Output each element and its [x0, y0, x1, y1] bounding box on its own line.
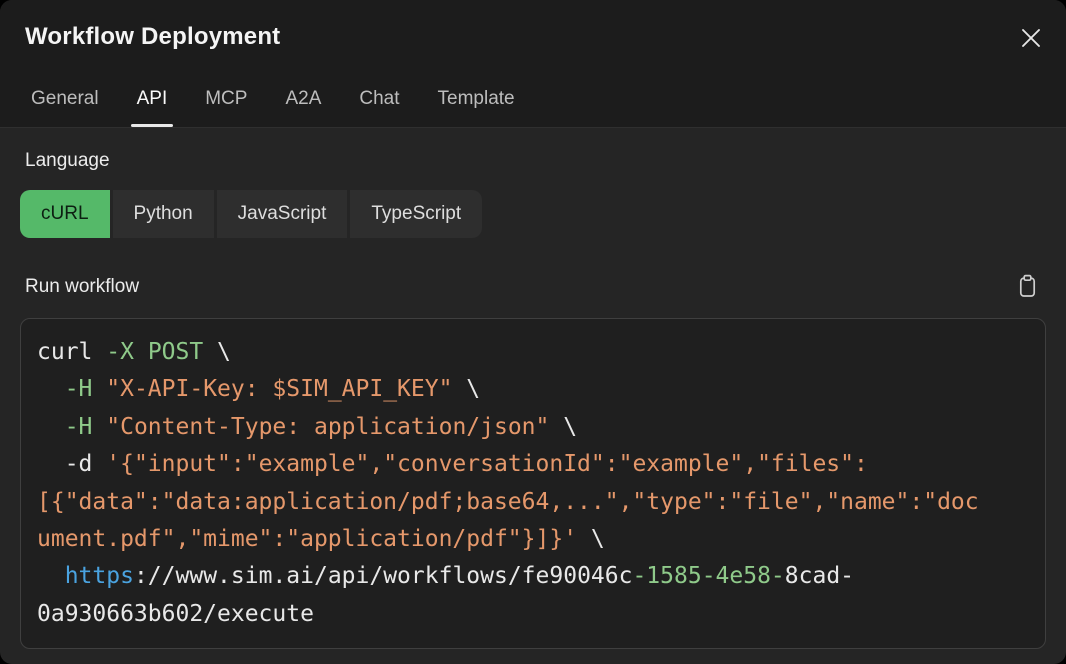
code-block[interactable]: curl -X POST \ -H "X-API-Key: $SIM_API_K…	[20, 318, 1046, 649]
code-token-plain	[92, 414, 106, 440]
code-token-plain	[37, 414, 65, 440]
code-token-plain: curl	[37, 339, 106, 365]
tab-chat[interactable]: Chat	[353, 88, 405, 127]
language-label: Language	[25, 150, 110, 172]
code-line: -H "Content-Type: application/json" \	[37, 409, 1029, 446]
page-title: Workflow Deployment	[25, 23, 280, 51]
language-option-curl[interactable]: cURL	[20, 190, 110, 238]
language-option-python[interactable]: Python	[113, 190, 214, 238]
code-token-plain: \	[452, 376, 480, 402]
code-line: [{"data":"data:application/pdf;base64,..…	[37, 484, 1029, 521]
code-token-orange: ument.pdf","mime":"application/pdf"}]}'	[37, 526, 577, 552]
code-token-green: -1585-4e58-	[632, 563, 784, 589]
code-token-plain	[37, 376, 65, 402]
run-workflow-label: Run workflow	[25, 276, 139, 298]
code-token-blue: https	[65, 563, 134, 589]
tab-template[interactable]: Template	[432, 88, 521, 127]
code-token-green: -H	[65, 414, 93, 440]
code-token-green: POST	[148, 339, 203, 365]
code-token-plain	[92, 376, 106, 402]
code-token-orange: "X-API-Key: $SIM_API_KEY"	[106, 376, 452, 402]
close-button[interactable]	[1018, 26, 1044, 52]
code-token-orange: '{"input":"example","conversationId":"ex…	[106, 451, 868, 477]
tab-api[interactable]: API	[131, 88, 174, 127]
code-token-orange: "Content-Type: application/json"	[106, 414, 549, 440]
code-token-green: -X	[106, 339, 134, 365]
language-option-javascript[interactable]: JavaScript	[217, 190, 348, 238]
code-token-plain: \	[549, 414, 577, 440]
tab-general[interactable]: General	[25, 88, 105, 127]
close-icon	[1020, 27, 1042, 52]
code-token-plain: 8cad-	[785, 563, 854, 589]
code-line: -d '{"input":"example","conversationId":…	[37, 446, 1029, 483]
code-token-plain: \	[577, 526, 605, 552]
code-token-plain: \	[203, 339, 231, 365]
code-line: -H "X-API-Key: $SIM_API_KEY" \	[37, 371, 1029, 408]
code-token-plain	[134, 339, 148, 365]
code-token-plain	[37, 563, 65, 589]
code-token-plain: 0a930663b602/execute	[37, 601, 314, 627]
code-line: curl -X POST \	[37, 334, 1029, 371]
tab-mcp[interactable]: MCP	[199, 88, 253, 127]
language-option-typescript[interactable]: TypeScript	[350, 190, 482, 238]
code-token-green: -H	[65, 376, 93, 402]
tab-bar: General API MCP A2A Chat Template	[25, 88, 521, 127]
clipboard-icon	[1017, 274, 1038, 301]
copy-button[interactable]	[1014, 273, 1040, 301]
code-line: 0a930663b602/execute	[37, 596, 1029, 633]
language-selector: cURLPythonJavaScriptTypeScript	[20, 190, 482, 238]
code-token-plain: ://www.sim.ai/api/workflows/fe90046c	[134, 563, 633, 589]
modal-header: Workflow Deployment General API MCP A2A Chat…	[0, 0, 1066, 128]
workflow-deployment-modal: Workflow Deployment General API MCP A2A Chat…	[0, 0, 1066, 664]
tab-a2a[interactable]: A2A	[279, 88, 327, 127]
code-line: ument.pdf","mime":"application/pdf"}]}' …	[37, 521, 1029, 558]
code-token-orange: [{"data":"data:application/pdf;base64,..…	[37, 489, 979, 515]
code-line: https://www.sim.ai/api/workflows/fe90046…	[37, 558, 1029, 595]
code-token-plain: -d	[37, 451, 106, 477]
